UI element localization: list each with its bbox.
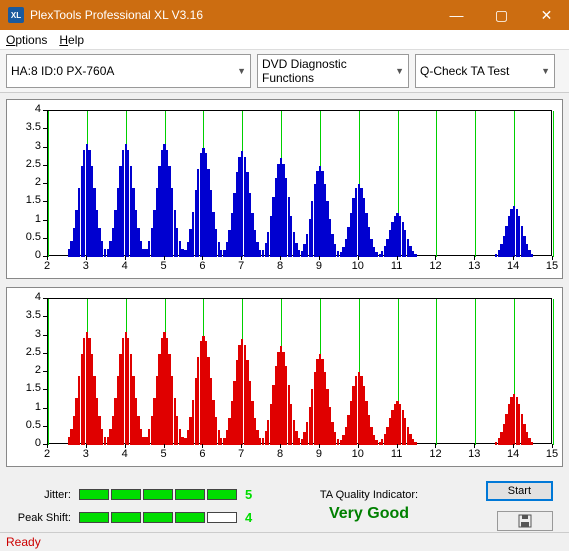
meter-seg [111,512,141,523]
titlebar: XL PlexTools Professional XL V3.16 ― ▢ ✕ [0,0,569,30]
meter-seg [207,512,237,523]
jitter-row: Jitter: 5 [16,487,252,502]
metrics-panel: Jitter: 5 Peak Shift: 4 TA Quality Indic… [6,475,563,537]
start-button[interactable]: Start [486,481,553,501]
menu-help[interactable]: Help [59,33,84,47]
meter-seg [175,489,205,500]
meter-seg [111,489,141,500]
ta-indicator: TA Quality Indicator: Very Good [272,489,466,523]
meter-seg [79,489,109,500]
meter-seg [207,489,237,500]
menu-options[interactable]: Options [6,33,47,47]
peakshift-row: Peak Shift: 4 [16,510,252,525]
toolbar: HA:8 ID:0 PX-760A▼ DVD Diagnostic Functi… [0,50,569,93]
meter-seg [175,512,205,523]
ta-value: Very Good [272,505,466,523]
jitter-value: 5 [245,487,252,502]
app-icon: XL [8,7,24,23]
test-select[interactable]: Q-Check TA Test▼ [415,54,555,88]
function-select[interactable]: DVD Diagnostic Functions▼ [257,54,409,88]
device-select[interactable]: HA:8 ID:0 PX-760A▼ [6,54,251,88]
ta-label: TA Quality Indicator: [272,489,466,501]
peakshift-value: 4 [245,510,252,525]
meter-seg [143,512,173,523]
menubar: Options Help [0,30,569,50]
save-button[interactable] [497,511,553,531]
chevron-down-icon: ▼ [541,66,550,76]
close-button[interactable]: ✕ [524,0,569,30]
minimize-button[interactable]: ― [434,0,479,30]
peakshift-label: Peak Shift: [16,512,71,524]
peakshift-meter [79,512,237,523]
floppy-icon [518,514,532,528]
jitter-meter [79,489,237,500]
chart-top: 00.511.522.533.5423456789101112131415 [6,99,563,279]
meter-seg [79,512,109,523]
content-area: 00.511.522.533.5423456789101112131415 00… [0,93,569,543]
maximize-button[interactable]: ▢ [479,0,524,30]
statusbar: Ready [0,532,569,551]
chart-bottom: 00.511.522.533.5423456789101112131415 [6,287,563,467]
chevron-down-icon: ▼ [237,66,246,76]
chevron-down-icon: ▼ [395,66,404,76]
meter-seg [143,489,173,500]
status-text: Ready [6,535,41,549]
window-title: PlexTools Professional XL V3.16 [30,8,434,22]
jitter-label: Jitter: [16,489,71,501]
